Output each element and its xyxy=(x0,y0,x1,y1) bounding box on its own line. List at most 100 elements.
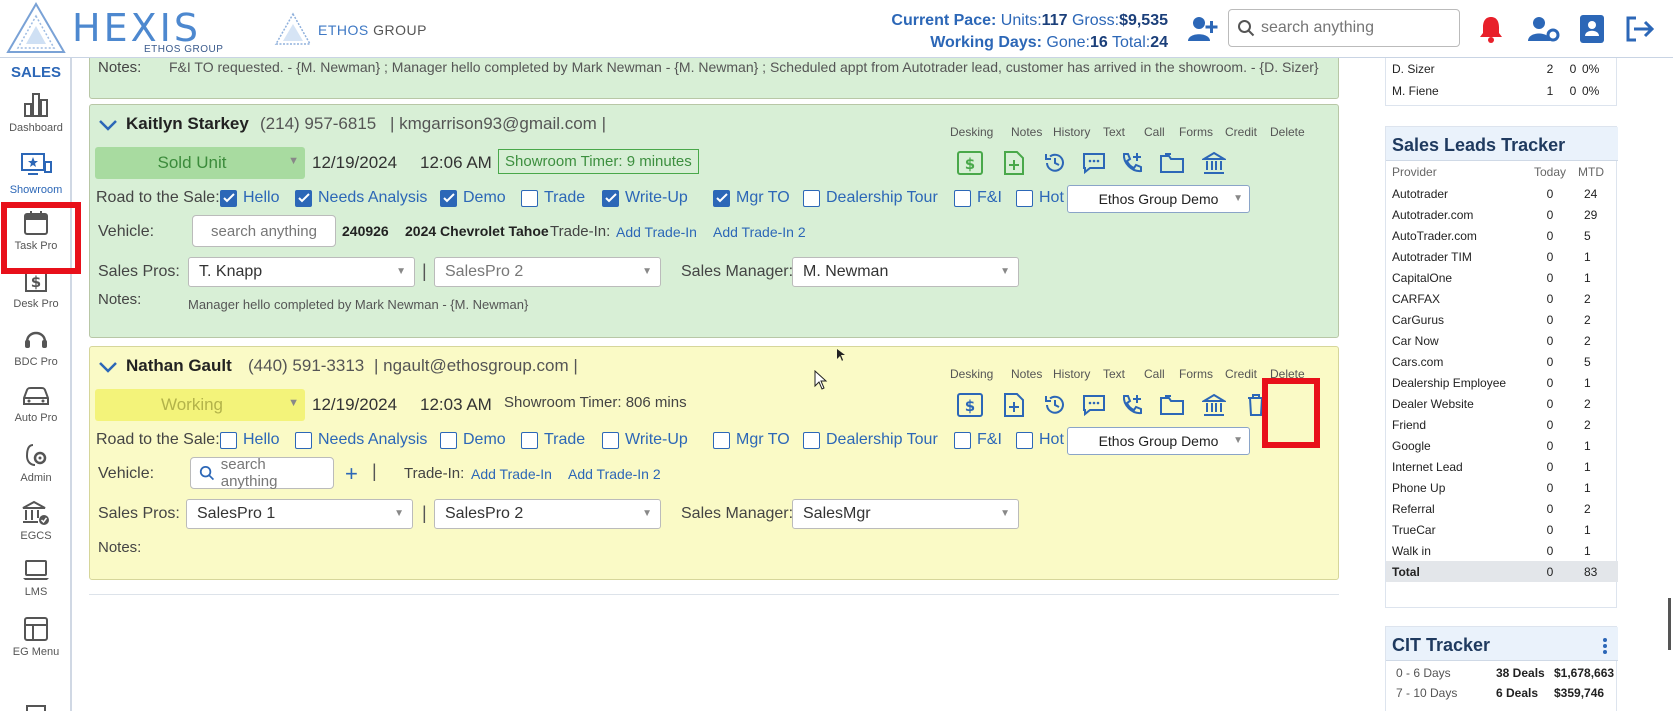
step-demo-checkbox[interactable]: Demo xyxy=(440,431,506,449)
total-days-value: 24 xyxy=(1150,34,1168,51)
vehicle-search-input[interactable]: search anything xyxy=(192,215,336,247)
credit-bank-icon[interactable] xyxy=(1200,391,1228,419)
step-dealership-tour-checkbox[interactable]: Dealership Tour xyxy=(803,189,938,207)
sales-pro-1-select[interactable]: T. Knapp ▼ xyxy=(188,257,415,287)
customer-name[interactable]: Kaitlyn Starkey xyxy=(126,114,249,134)
current-pace-line: Current Pace: Units:117 Gross:$9,535 xyxy=(891,12,1168,29)
sidebar-item-auto-pro[interactable]: Auto Pro xyxy=(0,384,72,440)
trade-in-label: Trade-In: xyxy=(404,465,465,482)
sidebar-item-egcs[interactable]: EGCS xyxy=(0,500,72,556)
global-search-box[interactable] xyxy=(1228,9,1460,47)
deal-status-select[interactable]: Sold Unit ▼ xyxy=(95,147,305,179)
car-icon xyxy=(23,387,49,405)
global-search-input[interactable] xyxy=(1261,19,1451,37)
step-write-up-checkbox[interactable]: Write-Up xyxy=(602,189,688,207)
notes-icon[interactable] xyxy=(1000,149,1028,177)
more-vertical-icon[interactable] xyxy=(1602,637,1608,655)
table-row: Cars.com 0 5 xyxy=(1392,354,1591,369)
add-trade-in-2-link[interactable]: Add Trade-In 2 xyxy=(568,466,661,482)
trade-in-label: Trade-In: xyxy=(550,223,611,240)
sidebar-item-partial[interactable] xyxy=(0,704,72,711)
logout-icon[interactable] xyxy=(1624,13,1656,45)
sidebar-item-desk-pro[interactable]: $ Desk Pro xyxy=(0,268,72,324)
chevron-down-icon[interactable] xyxy=(98,118,118,132)
call-icon[interactable] xyxy=(1118,391,1146,419)
text-message-icon[interactable] xyxy=(1080,391,1108,419)
sales-manager-select[interactable]: M. Newman ▼ xyxy=(792,257,1019,287)
customer-phone[interactable]: (214) 957-6815 xyxy=(260,114,376,134)
sales-manager-select[interactable]: SalesMgr ▼ xyxy=(792,499,1019,529)
desking-icon[interactable]: $ xyxy=(956,391,984,419)
desking-icon[interactable]: $ xyxy=(956,149,984,177)
user-settings-icon[interactable] xyxy=(1528,13,1560,45)
step-trade-checkbox[interactable]: Trade xyxy=(521,431,585,449)
step-hot-checkbox[interactable]: Hot xyxy=(1016,431,1064,449)
scrollbar-thumb[interactable] xyxy=(1668,598,1671,650)
customer-email[interactable]: | ngault@ethosgroup.com | xyxy=(374,356,578,376)
customer-name[interactable]: Nathan Gault xyxy=(126,356,232,376)
vehicle-description: 2024 Chevrolet Tahoe xyxy=(405,223,549,239)
hexis-logo[interactable]: HEXIS ETHOS GROUP xyxy=(4,2,224,56)
sales-pro-1-select[interactable]: SalesPro 1 ▼ xyxy=(186,499,413,529)
add-trade-in-2-link[interactable]: Add Trade-In 2 xyxy=(713,224,806,240)
step-needs-analysis-checkbox[interactable]: Needs Analysis xyxy=(295,189,427,207)
step-fi-checkbox[interactable]: F&I xyxy=(954,431,1002,449)
step-needs-analysis-checkbox[interactable]: Needs Analysis xyxy=(295,431,427,449)
history-icon[interactable] xyxy=(1041,149,1069,177)
step-demo-checkbox[interactable]: Demo xyxy=(440,189,506,207)
sidebar-item-eg-menu[interactable]: EG Menu xyxy=(0,616,72,672)
forms-folder-icon[interactable] xyxy=(1158,149,1186,177)
step-trade-checkbox[interactable]: Trade xyxy=(521,189,585,207)
cit-row: 0 - 6 Days 38 Deals $1,678,663 xyxy=(1396,666,1615,680)
svg-text:$: $ xyxy=(31,273,41,291)
dealer-select[interactable]: Ethos Group Demo ▼ xyxy=(1067,185,1250,213)
table-row: Car Now 0 2 xyxy=(1392,333,1591,348)
table-row: D. Sizer 2 0 0% xyxy=(1392,62,1600,76)
chevron-down-icon[interactable] xyxy=(98,360,118,374)
credit-bank-icon[interactable] xyxy=(1200,149,1228,177)
sidebar-item-showroom[interactable]: Showroom xyxy=(0,152,72,208)
step-hello-checkbox[interactable]: Hello xyxy=(220,189,279,207)
call-icon[interactable] xyxy=(1118,149,1146,177)
vehicle-search-box[interactable]: search anything xyxy=(190,456,334,490)
table-row: Autotrader 0 24 xyxy=(1392,186,1598,201)
step-hot-checkbox[interactable]: Hot xyxy=(1016,189,1064,207)
step-fi-checkbox[interactable]: F&I xyxy=(954,189,1002,207)
bell-icon[interactable] xyxy=(1475,13,1507,45)
step-mgr-to-checkbox[interactable]: Mgr TO xyxy=(713,189,790,207)
add-trade-in-link[interactable]: Add Trade-In xyxy=(471,466,552,482)
sidebar-item-dashboard[interactable]: Dashboard xyxy=(0,92,72,148)
sales-manager-label: Sales Manager: xyxy=(681,263,794,280)
step-dealership-tour-checkbox[interactable]: Dealership Tour xyxy=(803,431,938,449)
dealer-select[interactable]: Ethos Group Demo ▼ xyxy=(1067,427,1250,455)
hexis-subtitle: ETHOS GROUP xyxy=(144,44,224,55)
history-icon[interactable] xyxy=(1041,391,1069,419)
sidebar-item-bdc-pro[interactable]: BDC Pro xyxy=(0,326,72,382)
notes-icon[interactable] xyxy=(1000,391,1028,419)
text-message-icon[interactable] xyxy=(1080,149,1108,177)
table-row: Internet Lead 0 1 xyxy=(1392,459,1591,474)
deal-status-select[interactable]: Working ▼ xyxy=(95,389,305,421)
add-trade-in-link[interactable]: Add Trade-In xyxy=(616,224,697,240)
table-row: TrueCar 0 1 xyxy=(1392,522,1591,537)
add-user-icon[interactable] xyxy=(1187,13,1219,45)
add-vehicle-plus-icon[interactable]: + xyxy=(345,461,358,487)
road-to-sale-label: Road to the Sale: xyxy=(96,189,220,206)
customer-phone[interactable]: (440) 591-3313 xyxy=(248,356,364,376)
customer-email[interactable]: | kmgarrison93@gmail.com | xyxy=(390,114,606,134)
sales-pro-2-select[interactable]: SalesPro 2 ▼ xyxy=(434,257,661,287)
forms-folder-icon[interactable] xyxy=(1158,391,1186,419)
sidebar-item-lms[interactable]: LMS xyxy=(0,558,72,614)
road-to-sale-label: Road to the Sale: xyxy=(96,431,220,448)
table-row: CarGurus 0 2 xyxy=(1392,312,1591,327)
table-row: CapitalOne 0 1 xyxy=(1392,270,1591,285)
step-write-up-checkbox[interactable]: Write-Up xyxy=(602,431,688,449)
showroom-highlight-box xyxy=(1,202,81,274)
contact-card-icon[interactable] xyxy=(1576,13,1608,45)
action-labels: Desking Notes History Text Call Forms Cr… xyxy=(950,125,1305,139)
customer-card: Nathan Gault (440) 591-3313 | ngault@eth… xyxy=(89,346,1339,580)
step-hello-checkbox[interactable]: Hello xyxy=(220,431,279,449)
sidebar-item-admin[interactable]: Admin xyxy=(0,442,72,498)
sales-pro-2-select[interactable]: SalesPro 2 ▼ xyxy=(434,499,661,529)
step-mgr-to-checkbox[interactable]: Mgr TO xyxy=(713,431,790,449)
